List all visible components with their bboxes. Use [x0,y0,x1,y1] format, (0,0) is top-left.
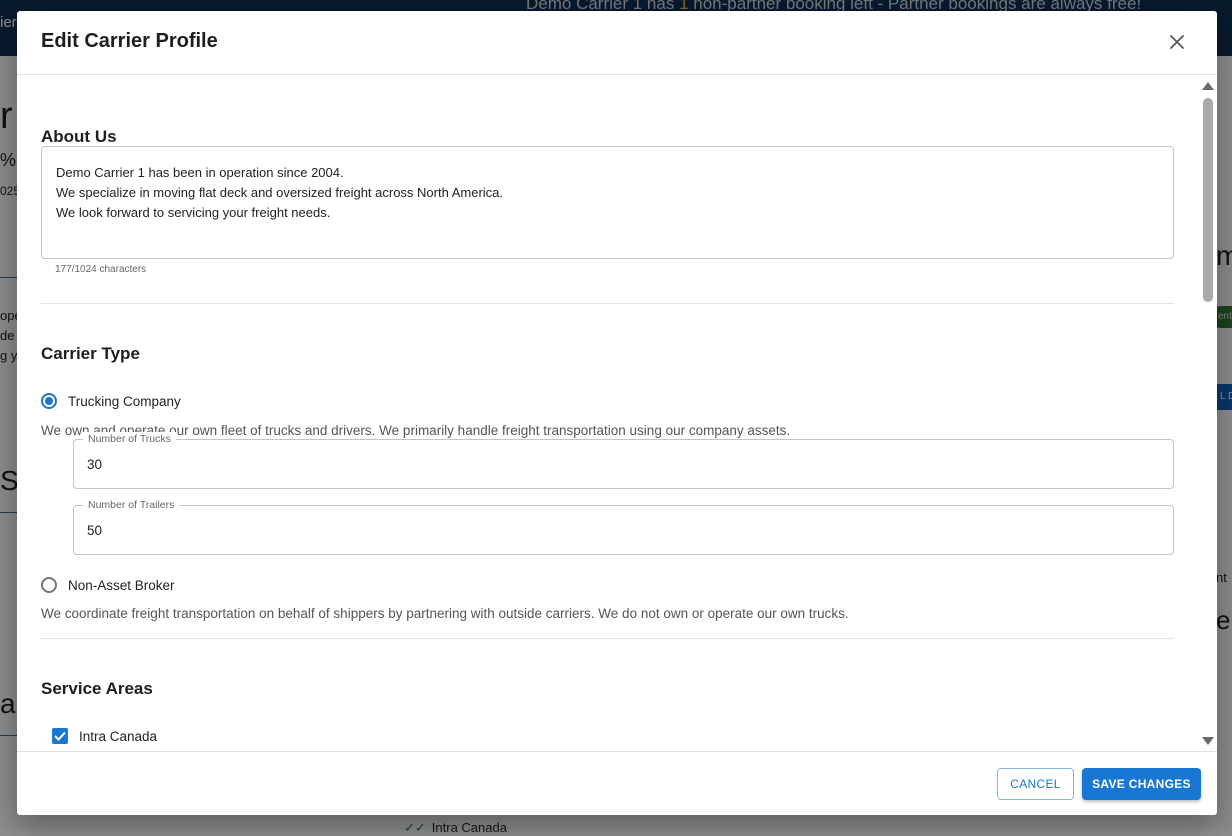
cancel-button[interactable]: CANCEL [997,768,1074,800]
radio-non-asset-broker[interactable]: Non-Asset Broker [41,577,175,593]
section-divider [41,638,1174,639]
number-of-trucks-field[interactable]: Number of Trucks 30 [73,432,1174,489]
scroll-up-arrow[interactable] [1201,79,1215,91]
checkbox-intra-canada[interactable]: Intra Canada [52,728,157,744]
close-icon [1170,35,1184,49]
dialog-header: Edit Carrier Profile [17,11,1217,75]
field-value: 30 [87,457,103,472]
about-us-title: About Us [41,127,117,146]
dialog-title: Edit Carrier Profile [41,30,218,52]
dialog-footer: CANCEL SAVE CHANGES [17,751,1217,815]
about-us-textarea[interactable]: Demo Carrier 1 has been in operation sin… [41,146,1174,259]
field-label: Number of Trailers [83,498,180,512]
close-button[interactable] [1165,30,1189,54]
number-of-trailers-field[interactable]: Number of Trailers 50 [73,498,1174,555]
carrier-type-title: Carrier Type [41,344,140,363]
radio-label: Trucking Company [68,393,181,409]
checkbox-checked-icon [52,728,68,744]
character-count: 177/1024 characters [55,264,147,275]
field-value: 50 [87,523,103,538]
edit-carrier-profile-dialog: Edit Carrier Profile About Us Demo Carri… [17,11,1217,815]
dialog-body: About Us Demo Carrier 1 has been in oper… [17,75,1217,751]
save-changes-button[interactable]: SAVE CHANGES [1082,768,1201,800]
field-label: Number of Trucks [83,432,176,446]
scroll-down-arrow[interactable] [1201,734,1215,746]
checkbox-label: Intra Canada [79,728,158,744]
radio-label: Non-Asset Broker [68,577,175,593]
scrollbar-thumb[interactable] [1203,98,1213,302]
service-areas-title: Service Areas [41,679,153,698]
non-asset-broker-description: We coordinate freight transportation on … [41,606,849,621]
radio-unchecked-icon [41,577,57,593]
section-divider [41,303,1174,304]
radio-checked-icon [41,393,57,409]
radio-trucking-company[interactable]: Trucking Company [41,393,181,409]
